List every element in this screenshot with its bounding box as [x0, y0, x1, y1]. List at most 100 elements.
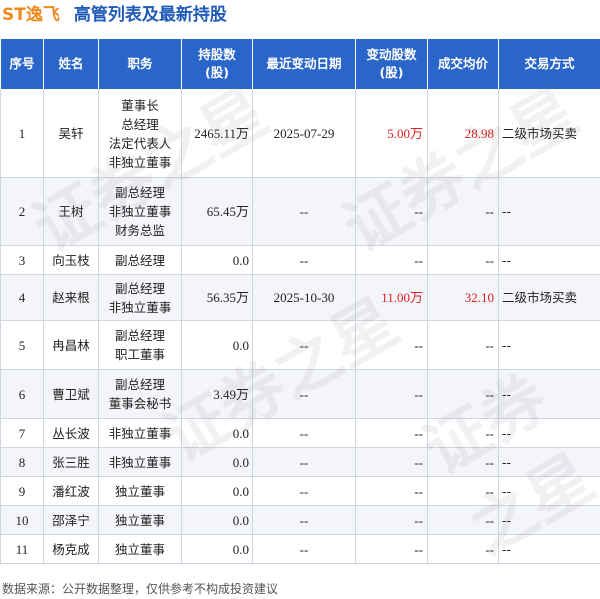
table-row: 6 曹卫斌 副总经理 董事会秘书 3.49万 -- -- -- --: [0, 369, 600, 419]
row-index-cell: 2: [0, 177, 44, 246]
position-line: 非独立董事: [108, 454, 172, 470]
row-index-cell: 7: [0, 418, 44, 448]
position-line: 独立董事: [114, 512, 165, 528]
method-cell: --: [498, 447, 600, 477]
position-cell: 非独立董事: [98, 418, 182, 448]
method-cell: --: [498, 505, 600, 535]
method-cell: 二级市场买卖: [498, 89, 600, 178]
table-row: 9 潘红波 独立董事 0.0 -- -- -- --: [0, 476, 600, 506]
position-cell: 独立董事: [98, 505, 182, 535]
position-line: 副总经理: [114, 377, 165, 392]
position-line: 副总经理: [114, 328, 165, 343]
method-cell: --: [498, 476, 600, 506]
price-cell: --: [427, 505, 499, 535]
shares-cell: 65.45万: [181, 177, 253, 246]
date-cell: --: [252, 369, 356, 419]
method-cell: --: [498, 369, 600, 419]
table-row: 2 王树 副总经理 非独立董事 财务总监 65.45万 -- -- -- --: [0, 177, 600, 246]
col-header-shares: 持股数 (股): [181, 38, 253, 90]
price-cell: 28.98: [427, 89, 499, 178]
position-line: 独立董事: [114, 483, 165, 499]
shares-cell: 2465.11万: [181, 89, 253, 178]
date-cell: --: [252, 177, 356, 246]
position-line: 非独立董事: [108, 154, 172, 170]
method-cell: --: [498, 418, 600, 448]
change-cell: --: [355, 245, 428, 275]
name-cell: 吴轩: [43, 89, 99, 178]
shares-cell: 0.0: [181, 476, 253, 506]
position-line: 副总经理: [114, 252, 165, 268]
row-index-cell: 5: [0, 320, 44, 370]
position-cell: 副总经理 非独立董事 财务总监: [98, 177, 182, 246]
table-row: 1 吴轩 董事长 总经理 法定代表人 非独立董事 2465.11万 2025-07-29 5.0…: [0, 89, 600, 178]
date-cell: --: [252, 320, 356, 370]
price-cell: --: [427, 476, 499, 506]
position-line: 副总经理: [114, 185, 165, 200]
price-cell: --: [427, 534, 499, 564]
shares-cell: 0.0: [181, 245, 253, 275]
change-cell: --: [355, 476, 428, 506]
position-cell: 副总经理: [98, 245, 182, 275]
table-row: 4 赵来根 副总经理 非独立董事 56.35万 2025-10-30 11.00万 32.10…: [0, 274, 600, 321]
row-index-cell: 8: [0, 447, 44, 477]
row-index-cell: 11: [0, 534, 44, 564]
name-cell: 王树: [43, 177, 99, 246]
position-line: 董事长: [121, 97, 159, 113]
name-cell: 冉昌林: [43, 320, 99, 370]
shares-cell: 0.0: [181, 320, 253, 370]
executive-table: 序号 姓名 职务 持股数 (股) 最近变动日期 变动股数 (股) 成交均价 交易方式…: [0, 38, 600, 564]
position-line: 职工董事: [114, 347, 165, 362]
date-cell: 2025-10-30: [252, 274, 356, 321]
title-bar: ST逸飞 高管列表及最新持股: [0, 0, 600, 36]
date-cell: --: [252, 447, 356, 477]
name-cell: 张三胜: [43, 447, 99, 477]
position-cell: 副总经理 非独立董事: [98, 274, 182, 321]
change-cell: --: [355, 320, 428, 370]
table-row: 11 杨克成 独立董事 0.0 -- -- -- --: [0, 534, 600, 564]
date-cell: --: [252, 418, 356, 448]
table-row: 3 向玉枝 副总经理 0.0 -- -- -- --: [0, 245, 600, 275]
change-cell: --: [355, 177, 428, 246]
col-header-date: 最近变动日期: [252, 38, 356, 90]
shares-cell: 0.0: [181, 505, 253, 535]
col-header-change: 变动股数 (股): [355, 38, 428, 90]
row-index-cell: 9: [0, 476, 44, 506]
price-cell: 32.10: [427, 274, 499, 321]
name-cell: 赵来根: [43, 274, 99, 321]
position-line: 财务总监: [114, 223, 165, 238]
method-cell: --: [498, 245, 600, 275]
shares-cell: 3.49万: [181, 369, 253, 419]
position-cell: 副总经理 董事会秘书: [98, 369, 182, 419]
table-row: 5 冉昌林 副总经理 职工董事 0.0 -- -- -- --: [0, 320, 600, 370]
row-index-cell: 4: [0, 274, 44, 321]
data-source-note: 数据来源：公开数据整理，仅供参考不构成投资建议: [2, 582, 279, 596]
row-index-cell: 1: [0, 89, 44, 178]
change-cell: --: [355, 534, 428, 564]
page-title: 高管列表及最新持股: [73, 5, 227, 25]
position-cell: 董事长 总经理 法定代表人 非独立董事: [98, 89, 182, 178]
change-cell: 5.00万: [355, 89, 428, 178]
change-cell: --: [355, 505, 428, 535]
table-header-row: 序号 姓名 职务 持股数 (股) 最近变动日期 变动股数 (股) 成交均价 交易方式: [0, 38, 600, 90]
change-cell: 11.00万: [355, 274, 428, 321]
method-cell: --: [498, 534, 600, 564]
col-header-index: 序号: [0, 38, 44, 90]
shares-cell: 56.35万: [181, 274, 253, 321]
price-cell: --: [427, 369, 499, 419]
shares-cell: 0.0: [181, 418, 253, 448]
table-row: 7 丛长波 非独立董事 0.0 -- -- -- --: [0, 418, 600, 448]
row-index-cell: 6: [0, 369, 44, 419]
shares-cell: 0.0: [181, 534, 253, 564]
col-header-name: 姓名: [43, 38, 99, 90]
price-cell: --: [427, 320, 499, 370]
position-cell: 独立董事: [98, 476, 182, 506]
position-cell: 独立董事: [98, 534, 182, 564]
table-row: 8 张三胜 非独立董事 0.0 -- -- -- --: [0, 447, 600, 477]
name-cell: 曹卫斌: [43, 369, 99, 419]
change-cell: --: [355, 418, 428, 448]
method-cell: --: [498, 320, 600, 370]
position-line: 董事会秘书: [108, 396, 172, 411]
company-name: ST逸飞: [2, 5, 60, 25]
col-header-price: 成交均价: [427, 38, 499, 90]
name-cell: 邵泽宁: [43, 505, 99, 535]
